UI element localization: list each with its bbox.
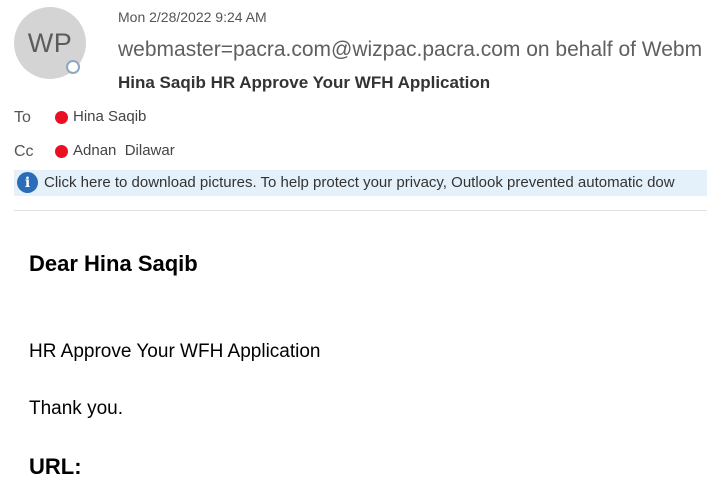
email-subject: Hina Saqib HR Approve Your WFH Applicati… (118, 73, 491, 92)
to-recipient[interactable]: Hina Saqib (73, 108, 146, 125)
body-line-thanks: Thank you. (29, 398, 123, 419)
infobar-text[interactable]: Click here to download pictures. To help… (44, 174, 675, 191)
cc-presence-icon (55, 145, 68, 158)
presence-status-icon (66, 60, 80, 74)
cc-label: Cc (14, 143, 34, 160)
body-url-heading: URL: (29, 454, 82, 479)
body-line-approval: HR Approve Your WFH Application (29, 341, 321, 362)
info-icon: i (17, 172, 38, 193)
body-greeting: Dear Hina Saqib (29, 251, 198, 276)
email-reading-pane: WP Mon 2/28/2022 9:24 AM webmaster=pacra… (0, 0, 707, 502)
sent-date: Mon 2/28/2022 9:24 AM (118, 9, 267, 25)
header-divider (14, 210, 707, 211)
to-label: To (14, 109, 31, 126)
sender-address[interactable]: webmaster=pacra.com@wizpac.pacra.com on … (118, 38, 702, 62)
cc-recipient[interactable]: Adnan Dilawar (73, 142, 175, 159)
download-pictures-infobar[interactable]: i Click here to download pictures. To he… (14, 170, 707, 196)
to-presence-icon (55, 111, 68, 124)
sender-initials: WP (27, 27, 73, 58)
